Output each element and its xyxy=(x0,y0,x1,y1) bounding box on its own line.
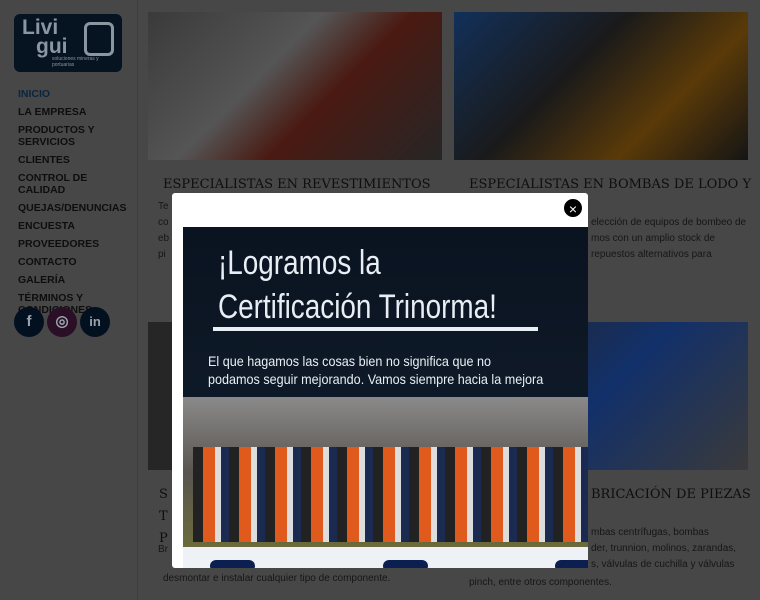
nav-galeria[interactable]: GALERÍA xyxy=(18,274,136,286)
card-text: pinch, entre otros componentes. xyxy=(469,577,612,588)
card-text: Te co eb pi xyxy=(158,201,170,260)
nav-la-empresa[interactable]: LA EMPRESA xyxy=(18,106,136,118)
banner-pill xyxy=(210,560,255,568)
card-title[interactable]: BRICACIÓN DE PIEZAS xyxy=(591,484,751,506)
nav-inicio[interactable]: INICIO xyxy=(18,88,136,100)
card-text: Br xyxy=(158,544,168,555)
sidebar: Livi gui soluciones mineras y portuarias… xyxy=(0,0,138,600)
card-text: desmontar e instalar cualquier tipo de c… xyxy=(163,573,391,584)
close-icon[interactable]: × xyxy=(563,198,583,218)
facebook-icon[interactable]: f xyxy=(14,307,44,337)
card-text: elección de equipos de bombeo de mos con … xyxy=(591,217,747,260)
nav-productos[interactable]: PRODUCTOS Y SERVICIOS xyxy=(18,124,136,148)
nav-encuesta[interactable]: ENCUESTA xyxy=(18,220,136,232)
logo-mark-icon xyxy=(84,22,114,56)
logo[interactable]: Livi gui soluciones mineras y portuarias xyxy=(14,14,122,72)
nav-proveedores[interactable]: PROVEEDORES xyxy=(18,238,136,250)
linkedin-icon[interactable]: in xyxy=(80,307,110,337)
nav-contacto[interactable]: CONTACTO xyxy=(18,256,136,268)
nav-control-calidad[interactable]: CONTROL DE CALIDAD xyxy=(18,172,136,196)
card-text: mbas centrífugas, bombas der, trunnion, m… xyxy=(591,527,737,570)
banner-title: ¡Logramos la Certificación Trinorma! xyxy=(218,244,497,326)
card-image-revestimientos[interactable] xyxy=(148,12,442,160)
instagram-icon[interactable]: ◎ xyxy=(47,307,77,337)
nav-clientes[interactable]: CLIENTES xyxy=(18,154,136,166)
banner-underline xyxy=(213,327,538,331)
main-nav: INICIO LA EMPRESA PRODUCTOS Y SERVICIOS … xyxy=(18,88,136,322)
certification-banner: ¡Logramos la Certificación Trinorma! El q… xyxy=(183,227,588,568)
banner-subtitle: El que hagamos las cosas bien no signifi… xyxy=(208,353,544,387)
logo-tagline: soluciones mineras y portuarias xyxy=(52,56,99,68)
nav-quejas[interactable]: QUEJAS/DENUNCIAS xyxy=(18,202,136,214)
team-photo-people xyxy=(193,447,588,542)
banner-pill xyxy=(555,560,588,568)
card-title[interactable]: STP xyxy=(159,484,168,550)
card-image-bombas[interactable] xyxy=(454,12,748,160)
banner-pill xyxy=(383,560,428,568)
